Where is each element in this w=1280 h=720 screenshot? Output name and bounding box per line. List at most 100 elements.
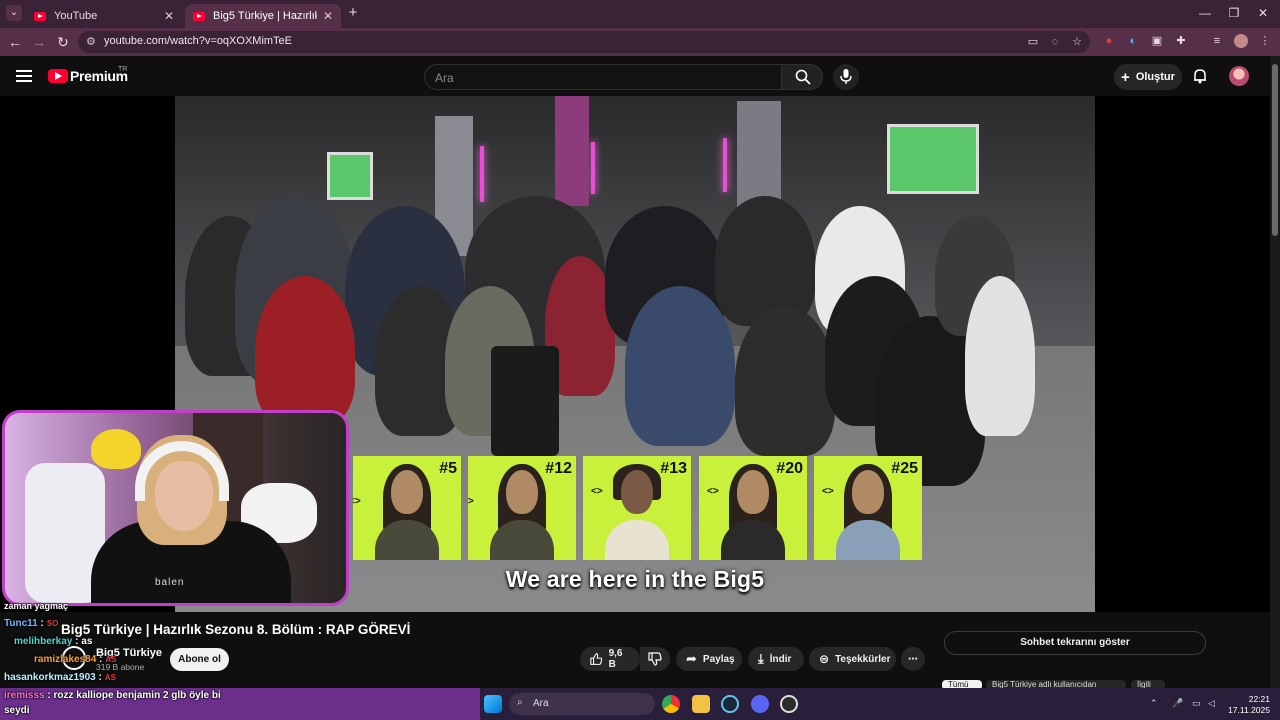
eye-off-icon[interactable]: ◌ <box>1048 35 1062 49</box>
youtube-header: Premium TR Ara + Oluştur <box>0 56 1280 96</box>
search-icon: ⌕ <box>517 697 523 708</box>
share-button[interactable]: ➦ Paylaş <box>676 647 742 671</box>
tab-title: YouTube <box>54 10 98 22</box>
card-number: #13 <box>660 460 687 477</box>
taskbar-search[interactable]: ⌕ Ara <box>509 693 655 715</box>
microphone-icon <box>840 69 852 84</box>
close-window-icon[interactable]: ✕ <box>1254 6 1272 20</box>
chat-line: zaman yagmaç <box>4 601 68 611</box>
browser-menu-icon[interactable]: ⋮ <box>1258 34 1272 48</box>
thumbs-down-icon <box>648 652 662 666</box>
contestant-card: <> #20 <box>699 456 807 560</box>
chat-badge: SO <box>46 619 59 628</box>
more-icon: ⋯ <box>908 653 918 665</box>
windows-start-icon[interactable] <box>484 695 502 713</box>
chat-line: hasankorkmaz1903 : AS <box>4 672 116 683</box>
neon-light <box>723 138 727 192</box>
notifications-bell-icon[interactable] <box>1192 68 1208 84</box>
system-clock[interactable]: 22:21 17.11.2025 <box>1222 694 1270 716</box>
thanks-button[interactable]: ⊜ Teşekkürler <box>809 647 896 671</box>
dislike-button[interactable] <box>640 647 670 671</box>
account-avatar[interactable] <box>1229 66 1249 86</box>
like-count: 9,6 B <box>608 648 623 670</box>
tab-youtube[interactable]: YouTube ✕ <box>26 4 182 28</box>
chat-message: as <box>81 636 93 647</box>
close-tab-icon[interactable]: ✕ <box>323 9 333 23</box>
extension-red-icon[interactable]: ● <box>1102 34 1116 48</box>
plus-icon: + <box>1121 68 1130 86</box>
microphone-tray-icon[interactable]: 🎤 <box>1172 698 1183 709</box>
extension-shield-icon[interactable]: ▣ <box>1150 34 1164 48</box>
card-number: #25 <box>891 460 918 477</box>
download-icon: ⤓ <box>758 651 764 666</box>
new-tab-button[interactable]: + <box>344 4 362 21</box>
chat-user: melihberkay <box>14 636 73 647</box>
chrome-icon[interactable] <box>662 695 680 713</box>
menu-icon[interactable] <box>16 70 32 82</box>
back-icon[interactable]: ← <box>6 33 24 51</box>
neon-light <box>591 142 595 194</box>
url-text: youtube.com/watch?v=oqXOXMimTeE <box>104 35 293 47</box>
thumbs-up-icon <box>590 653 603 665</box>
file-explorer-icon[interactable] <box>692 695 710 713</box>
tab-search-button[interactable]: ⌄ <box>6 5 22 21</box>
chat-line: iremisss : rozz kalliope benjamin 2 glb … <box>4 690 221 701</box>
chat-user: zaman yagmaç <box>4 601 69 611</box>
volume-icon[interactable]: ◁ <box>1208 698 1215 709</box>
close-tab-icon[interactable]: ✕ <box>164 9 174 23</box>
neon-light <box>480 146 484 202</box>
cast-icon[interactable]: ▭ <box>1026 35 1040 49</box>
forward-icon[interactable]: → <box>30 33 48 51</box>
studio-window <box>327 152 373 200</box>
search-placeholder: Ara <box>435 71 454 85</box>
contestant-card: <> #25 <box>814 456 922 560</box>
card-arrow-label: <> <box>353 496 361 507</box>
more-actions-button[interactable]: ⋯ <box>901 647 925 671</box>
voice-search-button[interactable] <box>833 64 859 90</box>
chat-badge: AS <box>105 655 117 664</box>
card-number: #12 <box>545 460 572 477</box>
clock-date: 17.11.2025 <box>1228 705 1270 715</box>
extensions-puzzle-icon[interactable]: ✚ <box>1174 34 1188 48</box>
share-icon: ➦ <box>686 651 697 666</box>
pikachu-plush <box>91 429 141 469</box>
show-chat-replay-button[interactable]: Sohbet tekrarını göster <box>944 631 1206 655</box>
chat-message: seydi <box>4 705 30 716</box>
card-arrow-label: <> <box>591 486 603 497</box>
windows-taskbar: iremisss : rozz kalliope benjamin 2 glb … <box>0 688 1280 720</box>
studio-window <box>887 124 979 194</box>
browser-tab-strip: ⌄ YouTube ✕ Big5 Türkiye | Hazırlık Sezo… <box>0 0 1280 28</box>
video-title: Big5 Türkiye | Hazırlık Sezonu 8. Bölüm … <box>61 622 411 637</box>
subscribe-button[interactable]: Abone ol <box>170 648 229 671</box>
minimize-icon[interactable]: — <box>1196 6 1214 20</box>
like-button[interactable]: 9,6 B <box>580 647 640 671</box>
chat-line: ramizlakes84 : AS <box>34 654 117 665</box>
search-button[interactable] <box>781 64 823 90</box>
taskbar-search-placeholder: Ara <box>533 698 549 709</box>
restore-icon[interactable]: ❐ <box>1225 6 1243 20</box>
youtube-logo-icon[interactable] <box>48 69 68 83</box>
steam-icon[interactable] <box>721 695 739 713</box>
site-info-icon[interactable]: ⚙ <box>86 35 96 48</box>
app-icon[interactable] <box>780 695 798 713</box>
address-bar[interactable]: ⚙ youtube.com/watch?v=oqXOXMimTeE ▭ ◌ ☆ <box>78 31 1090 53</box>
reload-icon[interactable]: ↻ <box>54 33 72 51</box>
download-label: İndir <box>769 653 792 665</box>
download-button[interactable]: ⤓ İndir <box>748 647 804 671</box>
browser-toolbar: ← → ↻ ⚙ youtube.com/watch?v=oqXOXMimTeE … <box>0 28 1280 56</box>
reading-list-icon[interactable]: ≡ <box>1210 34 1224 48</box>
contestant-card: <> #13 <box>583 456 691 560</box>
network-icon[interactable]: ▭ <box>1192 698 1201 709</box>
tab-big5-video[interactable]: Big5 Türkiye | Hazırlık Sezonu 8 ✕ <box>185 4 341 28</box>
create-button[interactable]: + Oluştur <box>1114 64 1182 90</box>
chat-badge: AS <box>104 673 116 682</box>
profile-avatar-icon[interactable] <box>1234 34 1248 48</box>
page-scrollbar-thumb[interactable] <box>1272 64 1278 236</box>
search-input[interactable]: Ara <box>424 64 782 90</box>
bookmark-star-icon[interactable]: ☆ <box>1070 35 1084 49</box>
discord-icon[interactable] <box>751 695 769 713</box>
chat-user: iremisss <box>4 690 45 701</box>
tray-chevron-icon[interactable]: ⌃ <box>1150 698 1158 709</box>
extension-audio-icon[interactable]: ◐ <box>1126 34 1140 48</box>
card-number: #20 <box>776 460 803 477</box>
